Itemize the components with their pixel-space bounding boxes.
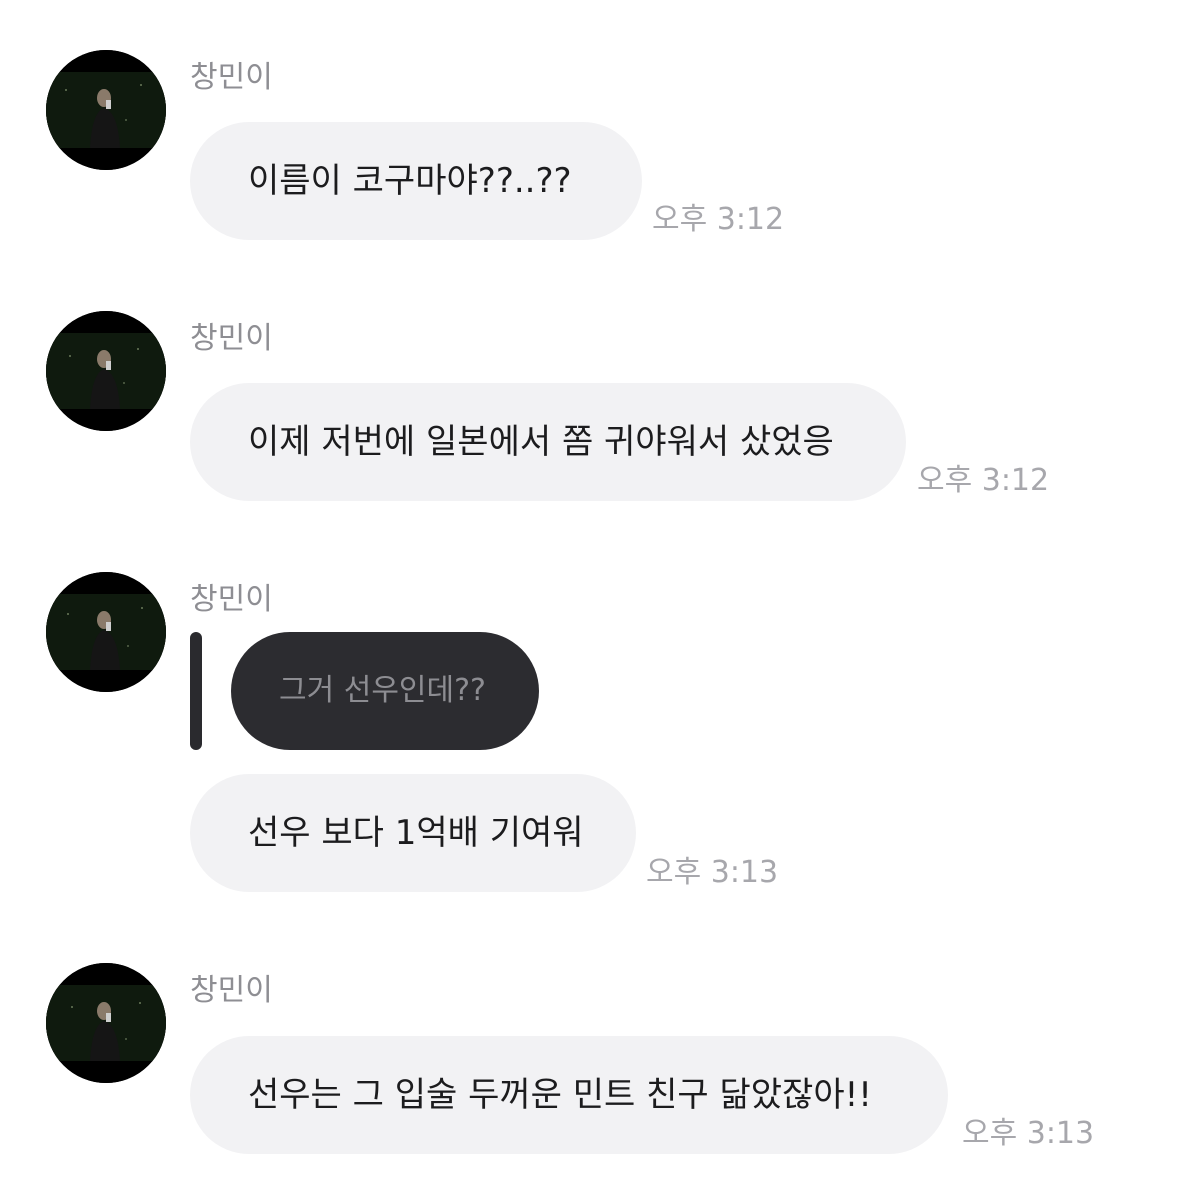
avatar[interactable] — [46, 311, 166, 431]
reply-indicator-bar — [190, 632, 202, 750]
sender-name: 창민이 — [190, 321, 273, 356]
quoted-message-bubble[interactable]: 그거 선우인데?? — [231, 632, 539, 750]
avatar-photo-icon — [46, 311, 166, 431]
avatar-photo-icon — [46, 572, 166, 692]
message-time: 오후 3:13 — [962, 1116, 1095, 1151]
message-bubble[interactable]: 이제 저번에 일본에서 쫌 귀야워서 샀었응 — [190, 383, 906, 501]
message-time: 오후 3:12 — [917, 463, 1050, 498]
sender-name: 창민이 — [190, 60, 273, 95]
message-bubble[interactable]: 선우 보다 1억배 기여워 — [190, 774, 636, 892]
sender-name: 창민이 — [190, 582, 273, 617]
avatar[interactable] — [46, 963, 166, 1083]
avatar-photo-icon — [46, 963, 166, 1083]
sender-name: 창민이 — [190, 973, 273, 1008]
message-time: 오후 3:12 — [652, 202, 785, 237]
avatar[interactable] — [46, 50, 166, 170]
message-time: 오후 3:13 — [646, 855, 779, 890]
message-bubble[interactable]: 선우는 그 입술 두꺼운 민트 친구 닮았잖아!! — [190, 1036, 948, 1154]
message-bubble[interactable]: 이름이 코구마야??..?? — [190, 122, 642, 240]
avatar[interactable] — [46, 572, 166, 692]
avatar-photo-icon — [46, 50, 166, 170]
